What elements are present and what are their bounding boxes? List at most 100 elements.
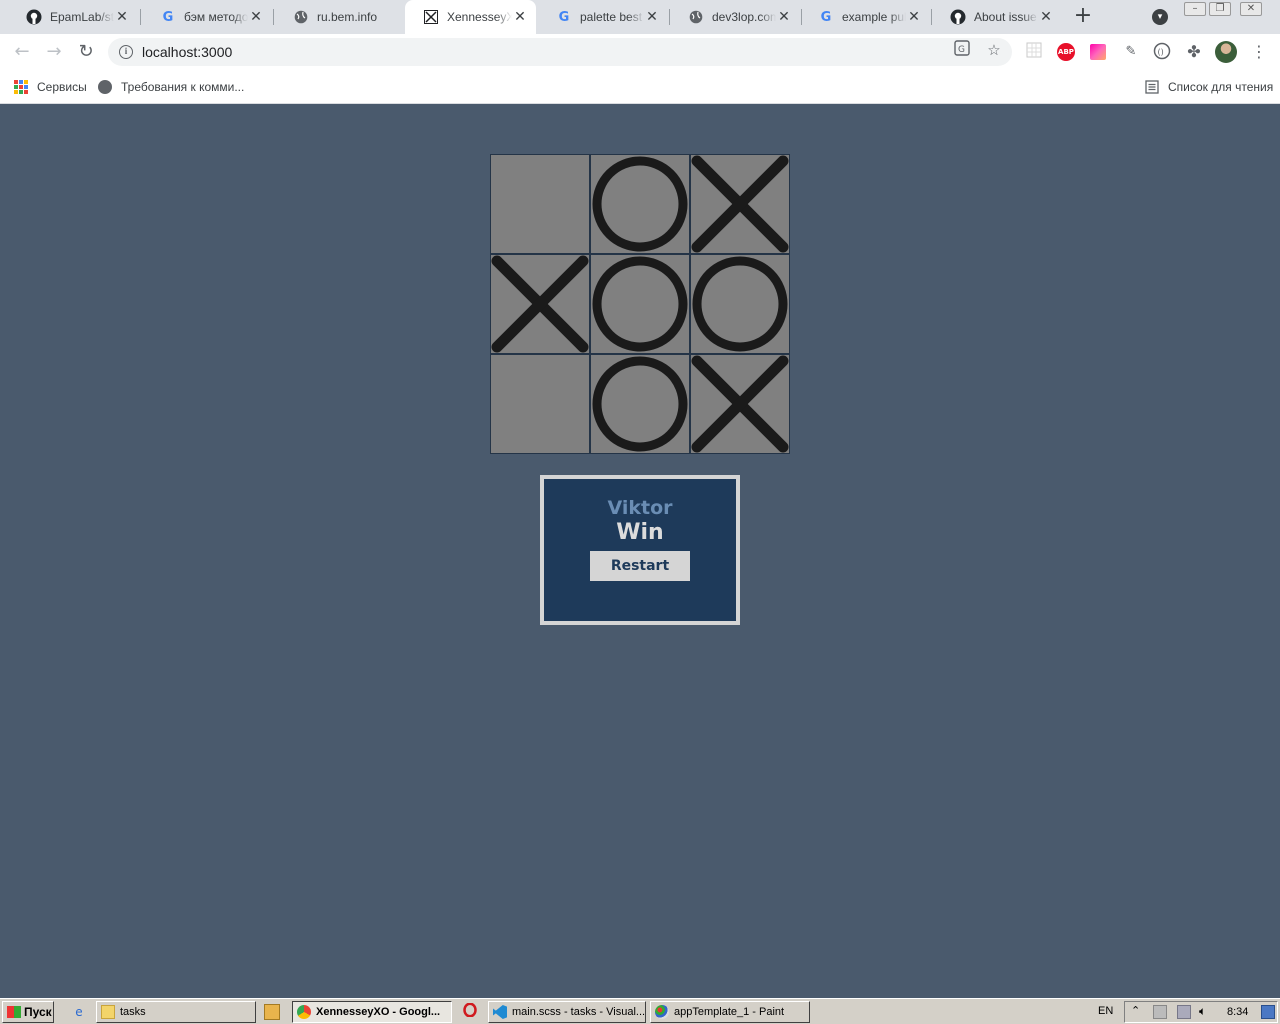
palette-extension-icon[interactable] [1090,44,1106,60]
taskbar-item-label: tasks [120,1006,146,1018]
bookmark-label: Сервисы [37,80,87,94]
bookmark-label: Требования к комми... [121,80,245,94]
taskbar-item-paint[interactable]: appTemplate_1 - Paint [650,1001,810,1023]
apps-grid-icon [14,80,28,94]
translate-icon[interactable]: G [952,40,972,60]
x-mark [691,355,789,453]
volume-icon[interactable]: 🔈︎ [1199,1004,1206,1019]
google-icon: G [558,9,570,25]
restart-button[interactable]: Restart [590,551,690,581]
start-button[interactable]: Пуск [2,1001,54,1023]
board-cell[interactable] [490,154,590,254]
board-cell[interactable] [690,254,790,354]
close-icon[interactable]: ✕ [114,9,130,25]
github-icon [26,9,42,25]
adblock-icon[interactable]: ABP [1057,43,1075,61]
globe-icon [293,9,309,25]
window-close-button[interactable]: ✕ [1240,2,1262,16]
eyedropper-icon[interactable]: ✎ [1121,42,1141,62]
board-cell[interactable] [590,254,690,354]
code-extension-icon[interactable]: () [1152,42,1172,62]
show-desktop-icon[interactable] [1261,1005,1275,1019]
info-icon[interactable]: i [119,45,133,59]
taskbar-item-label: appTemplate_1 - Paint [674,1006,785,1018]
taskbar: Пуск e tasks XennesseyXO - Googl... main… [0,998,1280,1024]
svg-text:G: G [958,45,965,55]
vscode-icon [493,1005,507,1019]
puzzle-icon[interactable]: ✤ [1184,42,1204,62]
tab-bem-methodology[interactable]: G бэм методоло ✕ [142,0,272,34]
taskbar-item-chrome[interactable]: XennesseyXO - Googl... [292,1001,452,1023]
paint-icon [655,1005,669,1019]
close-icon[interactable]: ✕ [906,9,922,25]
tab-title: About issue ar [974,10,1038,24]
tab-separator [140,9,141,25]
minimize-button[interactable]: – [1184,2,1206,16]
back-arrow-icon[interactable]: ← [10,40,34,64]
internet-explorer-icon[interactable]: e [70,1003,88,1021]
menu-dots-icon[interactable]: ⋮ [1249,42,1269,62]
x-mark [491,255,589,353]
taskbar-item-tasks[interactable]: tasks [96,1001,256,1023]
tab-title: palette best p [580,10,644,24]
close-icon[interactable]: ✕ [1038,9,1054,25]
tab-title: example pull r [842,10,906,24]
tab-about-issue[interactable]: About issue ar ✕ [932,0,1062,34]
board-cell[interactable] [590,154,690,254]
network-icon[interactable] [1153,1005,1167,1019]
page-content: Viktor Win Restart [0,104,1280,998]
x-mark [691,155,789,253]
tab-xennesseyxo[interactable]: XennesseyXO ✕ [405,0,536,34]
language-indicator[interactable]: EN [1098,1005,1113,1017]
game-board [490,154,790,454]
windows-flag-icon [7,1006,21,1018]
media-player-icon[interactable] [264,1004,280,1020]
tray-expand-icon[interactable]: ⌃ [1131,1004,1140,1017]
board-cell[interactable] [490,354,590,454]
url-text[interactable]: localhost:3000 [142,44,232,60]
taskbar-item-vscode[interactable]: main.scss - tasks - Visual... [488,1001,646,1023]
tab-title: EpamLab/style [50,10,114,24]
star-icon[interactable]: ☆ [984,40,1004,60]
bookmark-requirements[interactable]: Требования к комми... [98,77,244,97]
reading-list-label: Список для чтения [1168,80,1274,94]
tab-separator [273,9,274,25]
board-cell[interactable] [690,154,790,254]
taskbar-item-label: main.scss - tasks - Visual... [512,1006,646,1018]
board-cell[interactable] [590,354,690,454]
address-bar[interactable]: i localhost:3000 [108,38,1012,66]
forward-arrow-icon[interactable]: → [42,40,66,64]
result-text: Win [616,520,664,545]
device-icon[interactable] [1177,1005,1191,1019]
github-icon [950,9,966,25]
tab-example-pull[interactable]: G example pull r ✕ [800,0,930,34]
close-icon[interactable]: ✕ [512,9,528,25]
tab-palette[interactable]: G palette best p ✕ [538,0,668,34]
tab-ru-bem-info[interactable]: ru.bem.info [275,0,405,34]
board-cell[interactable] [690,354,790,454]
close-icon[interactable]: ✕ [776,9,792,25]
tab-epamlab[interactable]: EpamLab/style ✕ [8,0,138,34]
reading-list-icon [1145,80,1159,94]
close-icon[interactable]: ✕ [248,9,264,25]
clock[interactable]: 8:34 [1227,1006,1248,1018]
tab-search-icon[interactable]: ▾ [1152,9,1168,25]
taskbar-item-label: XennesseyXO - Googl... [316,1006,441,1018]
tab-title: dev3lop.com [712,10,776,24]
bookmark-services[interactable]: Сервисы [14,77,87,97]
new-tab-button[interactable]: + [1072,5,1094,28]
reload-icon[interactable]: ↻ [74,40,98,64]
reading-list-button[interactable]: Список для чтения [1145,77,1273,97]
tab-title: XennesseyXO [447,10,512,24]
tab-title: ru.bem.info [317,10,378,24]
close-icon[interactable]: ✕ [644,9,660,25]
opera-icon[interactable] [461,1002,479,1021]
tab-dev3lop[interactable]: dev3lop.com ✕ [670,0,800,34]
avatar[interactable] [1215,41,1237,63]
maximize-button[interactable]: ❐ [1209,2,1231,16]
result-panel: Viktor Win Restart [540,475,740,625]
o-mark [692,256,788,352]
browser-toolbar: ← → ↻ i localhost:3000 G ☆ ABP ✎ () ✤ ⋮ [0,34,1280,70]
board-cell[interactable] [490,254,590,354]
extension-grid-icon[interactable] [1024,42,1044,62]
